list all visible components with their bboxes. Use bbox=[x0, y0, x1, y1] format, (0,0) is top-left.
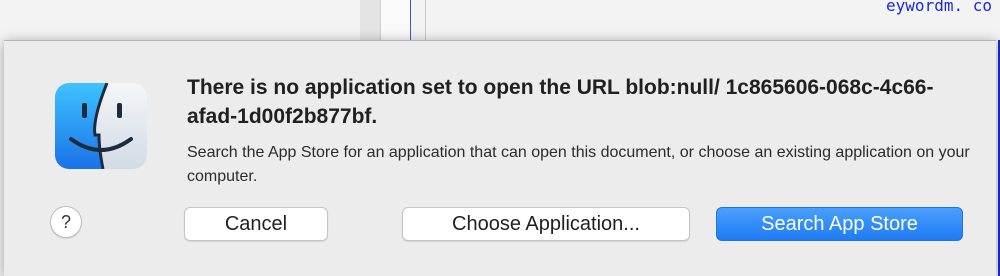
finder-icon bbox=[55, 83, 147, 169]
help-icon: ? bbox=[60, 211, 71, 232]
choose-application-button[interactable]: Choose Application... bbox=[402, 207, 690, 241]
alert-title: There is no application set to open the … bbox=[187, 76, 934, 128]
search-app-store-button[interactable]: Search App Store bbox=[716, 207, 963, 241]
alert-sheet: There is no application set to open the … bbox=[4, 40, 996, 276]
alert-message: Search the App Store for an application … bbox=[187, 144, 970, 185]
help-button[interactable]: ? bbox=[50, 206, 82, 238]
background-code-text: eywordm. co bbox=[886, 0, 992, 15]
cancel-button[interactable]: Cancel bbox=[184, 207, 328, 241]
